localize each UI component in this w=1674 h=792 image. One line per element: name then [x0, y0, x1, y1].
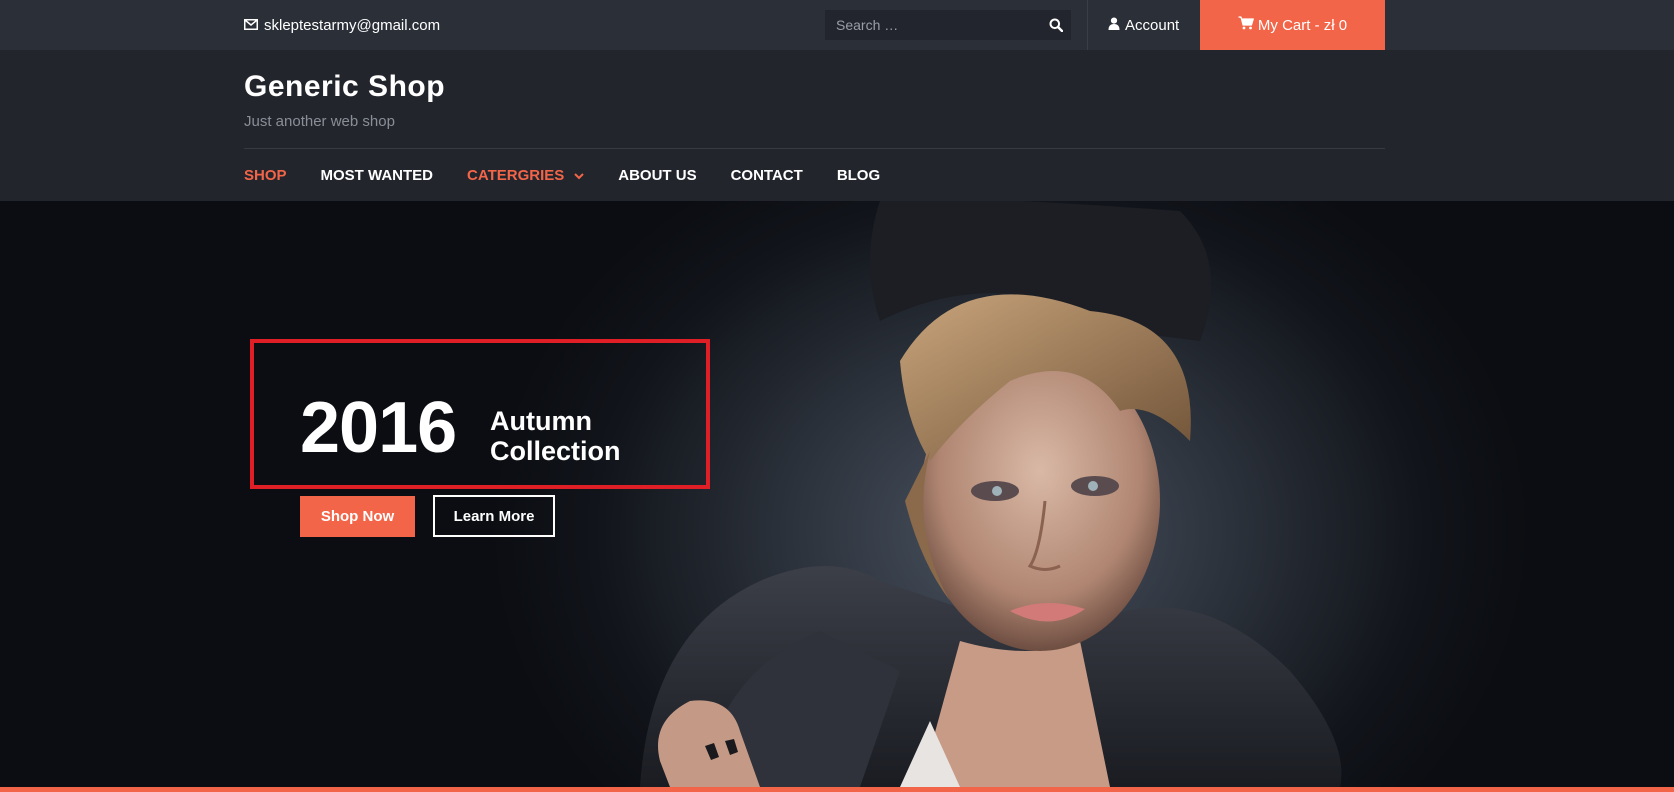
search-form — [825, 9, 1071, 41]
account-label: Account — [1125, 16, 1180, 34]
nav-item-blog[interactable]: BLOG — [837, 167, 880, 184]
site-title[interactable]: Generic Shop — [244, 70, 445, 104]
envelope-icon — [244, 17, 264, 34]
hero-model-image — [640, 201, 1342, 787]
nav-item-contact[interactable]: CONTACT — [731, 167, 803, 184]
nav-item-about-us[interactable]: ABOUT US — [618, 167, 696, 184]
hero-banner — [0, 201, 1674, 787]
chevron-down-icon — [574, 167, 584, 184]
nav-item-most-wanted[interactable]: MOST WANTED — [321, 167, 434, 184]
main-nav: SHOP MOST WANTED CATERGRIES ABOUT US CON… — [244, 149, 914, 201]
shop-now-button[interactable]: Shop Now — [300, 496, 415, 537]
search-input[interactable] — [825, 9, 1041, 41]
site-header: Generic Shop Just another web shop SHOP … — [0, 50, 1674, 201]
hero-collection-title: Autumn Collection — [490, 406, 621, 466]
top-bar: skleptestarmy@gmail.com Account My Cart … — [0, 0, 1674, 50]
hero-collection-line-2: Collection — [490, 436, 621, 466]
topbar-divider — [1087, 0, 1088, 50]
account-link[interactable]: Account — [1108, 0, 1179, 50]
contact-email[interactable]: skleptestarmy@gmail.com — [244, 0, 440, 50]
contact-email-text: skleptestarmy@gmail.com — [264, 16, 441, 34]
cart-button[interactable]: My Cart - zł 0 — [1200, 0, 1385, 50]
nav-item-categories[interactable]: CATERGRIES — [467, 167, 584, 184]
hero-year: 2016 — [300, 388, 457, 468]
hero-collection-line-1: Autumn — [490, 406, 592, 436]
learn-more-button[interactable]: Learn More — [433, 495, 555, 537]
nav-item-shop[interactable]: SHOP — [244, 167, 287, 184]
user-icon — [1108, 17, 1125, 34]
search-icon[interactable] — [1041, 10, 1071, 40]
cart-icon — [1238, 16, 1258, 34]
site-tagline: Just another web shop — [244, 113, 395, 130]
bottom-accent-bar — [0, 787, 1674, 792]
cart-label: My Cart - zł 0 — [1257, 16, 1348, 34]
